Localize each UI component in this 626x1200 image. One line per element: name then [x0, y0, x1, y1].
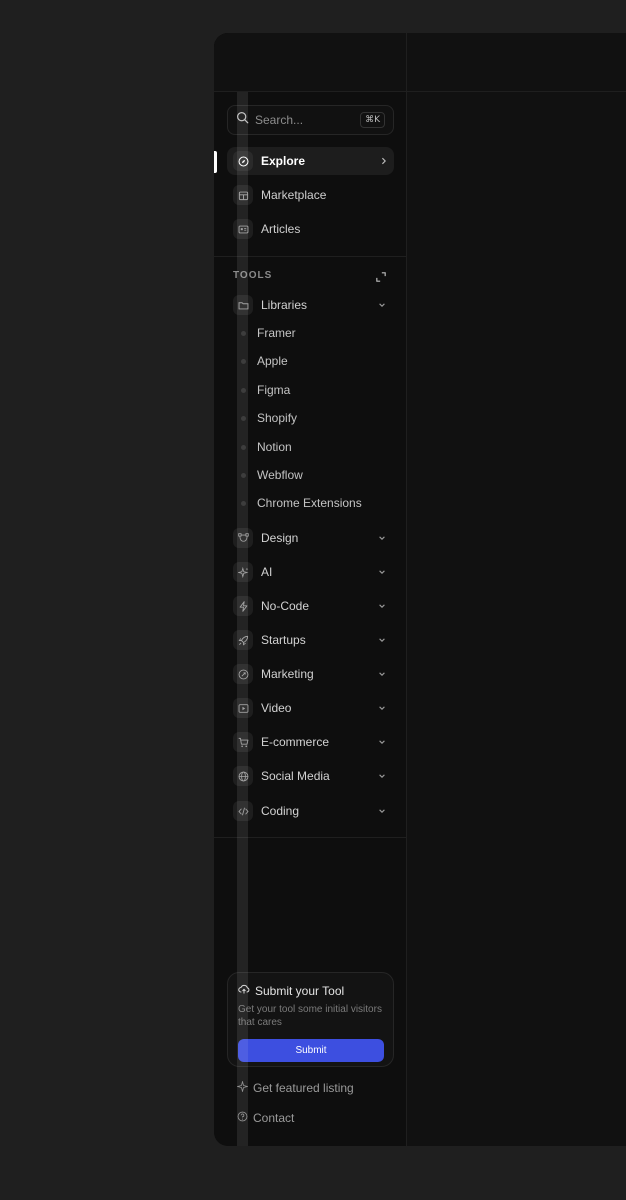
library-item-apple[interactable]: Apple: [257, 351, 288, 371]
nav-label: Marketplace: [261, 188, 327, 202]
vector-icon: [233, 528, 253, 548]
chevron-right-icon: [380, 154, 388, 168]
rocket-icon: [233, 630, 253, 650]
code-icon: [233, 801, 253, 821]
library-item-figma[interactable]: Figma: [257, 380, 290, 400]
divider: [214, 837, 406, 838]
cloud-upload-icon: [238, 983, 255, 998]
category-label: E-commerce: [261, 735, 330, 749]
category-social-media[interactable]: Social Media: [227, 762, 394, 790]
chevron-down-icon: [378, 701, 386, 715]
category-label: Startups: [261, 633, 306, 647]
section-label-tools: TOOLS: [233, 270, 273, 281]
tree-dot: [241, 416, 246, 421]
chevron-down-icon: [378, 599, 386, 613]
tree-dot: [241, 359, 246, 364]
sparkle-icon: [236, 1080, 253, 1095]
app-window: ⌘K Explore Marketplace Articles TOO: [214, 33, 626, 1146]
store-icon: [233, 185, 253, 205]
featured-listing-link[interactable]: Get featured listing: [236, 1080, 354, 1096]
article-icon: [233, 219, 253, 239]
folder-icon: [233, 295, 253, 315]
target-icon: [233, 664, 253, 684]
library-item-shopify[interactable]: Shopify: [257, 408, 297, 428]
category-label: Social Media: [261, 769, 330, 783]
category-label: Coding: [261, 804, 300, 818]
chevron-down-icon: [378, 804, 386, 818]
category-label: Design: [261, 531, 299, 545]
search-box[interactable]: ⌘K: [227, 105, 394, 135]
chevron-down-icon: [378, 735, 386, 749]
submit-card-title: Submit your Tool: [238, 983, 383, 998]
category-ai[interactable]: AI: [227, 558, 394, 586]
category-label: No-Code: [261, 599, 310, 613]
tree-dot: [241, 331, 246, 336]
divider: [214, 256, 406, 257]
category-marketing[interactable]: Marketing: [227, 660, 394, 688]
tree-dot: [241, 501, 246, 506]
library-item-chrome-extensions[interactable]: Chrome Extensions: [257, 493, 362, 513]
sparkle-icon: [233, 562, 253, 582]
sidebar: ⌘K Explore Marketplace Articles TOO: [214, 33, 407, 1146]
submit-description: Get your tool some initial visitors that…: [238, 1004, 382, 1028]
library-item-notion[interactable]: Notion: [257, 437, 292, 457]
category-libraries[interactable]: Libraries: [227, 291, 394, 319]
active-indicator: [214, 151, 217, 173]
play-icon: [233, 698, 253, 718]
contact-link-label: Contact: [253, 1111, 295, 1125]
search-input[interactable]: [255, 113, 355, 127]
cart-icon: [233, 732, 253, 752]
chevron-down-icon: [378, 667, 386, 681]
sidebar-header: [214, 33, 406, 92]
category-startups[interactable]: Startups: [227, 626, 394, 654]
category-label: Marketing: [261, 667, 314, 681]
contact-link[interactable]: Contact: [237, 1110, 294, 1126]
chevron-down-icon: [378, 565, 386, 579]
nav-item-articles[interactable]: Articles: [227, 215, 394, 243]
submit-title-text: Submit your Tool: [255, 983, 345, 998]
submit-button[interactable]: Submit: [238, 1039, 384, 1062]
nav-item-marketplace[interactable]: Marketplace: [227, 181, 394, 209]
compass-icon: [233, 151, 253, 171]
help-circle-icon: [237, 1111, 253, 1125]
library-item-webflow[interactable]: Webflow: [257, 465, 303, 485]
submit-tool-card: Submit your Tool Get your tool some init…: [227, 972, 394, 1067]
chevron-down-icon: [378, 633, 386, 647]
tree-dot: [241, 445, 246, 450]
library-item-framer[interactable]: Framer: [257, 323, 296, 343]
tree-dot: [241, 473, 246, 478]
shortcut-badge: ⌘K: [360, 112, 385, 128]
chevron-down-icon: [378, 298, 386, 312]
main-content: [407, 92, 626, 1146]
category-video[interactable]: Video: [227, 694, 394, 722]
category-e-commerce[interactable]: E-commerce: [227, 728, 394, 756]
category-label: Libraries: [261, 298, 308, 312]
category-label: AI: [261, 565, 273, 579]
nav-item-explore[interactable]: Explore: [227, 147, 394, 175]
bolt-icon: [233, 596, 253, 616]
search-icon: [236, 111, 249, 129]
category-label: Video: [261, 701, 292, 715]
featured-link-label: Get featured listing: [253, 1081, 354, 1095]
category-coding[interactable]: Coding: [227, 797, 394, 825]
nav-label: Articles: [261, 222, 301, 236]
tree-dot: [241, 388, 246, 393]
globe-icon: [233, 766, 253, 786]
category-no-code[interactable]: No-Code: [227, 592, 394, 620]
collapse-icon[interactable]: [376, 269, 386, 287]
nav-label: Explore: [261, 154, 306, 168]
chevron-down-icon: [378, 531, 386, 545]
chevron-down-icon: [378, 769, 386, 783]
category-design[interactable]: Design: [227, 524, 394, 552]
